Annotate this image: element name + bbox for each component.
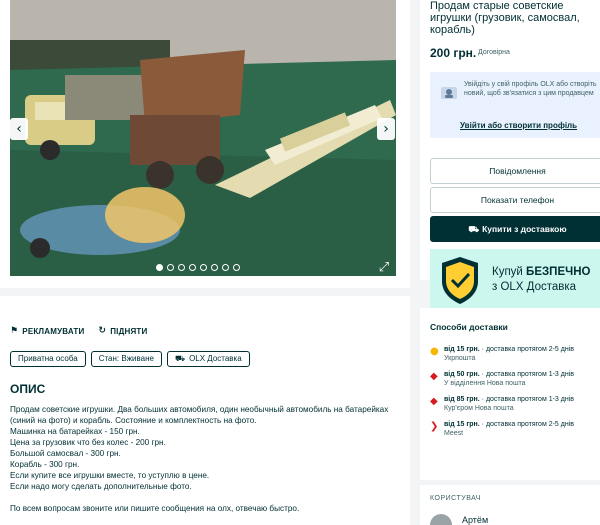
photo-gallery: ‹ › ⤢ — [0, 0, 410, 288]
delivery-price: від 85 грн. — [444, 396, 480, 403]
banner-line1: Купуй — [492, 266, 527, 278]
shield-check-icon — [442, 257, 478, 304]
fullscreen-icon[interactable]: ⤢ — [376, 260, 392, 276]
tag-label: OLX Доставка — [189, 354, 242, 363]
message-button[interactable]: Повідомлення — [430, 158, 600, 184]
banner-strong: БЕЗПЕЧНО — [526, 266, 591, 278]
gallery-dot[interactable] — [222, 264, 229, 271]
gallery-dots — [156, 264, 240, 271]
gallery-dot[interactable] — [178, 264, 185, 271]
delivery-time: · доставка протягом 2-5 днів — [479, 421, 574, 428]
novaposhta-icon: ◆ — [430, 371, 438, 382]
delivery-option-info: від 85 грн. · доставка протягом 1-3 днів — [444, 396, 574, 403]
gallery-dot[interactable] — [200, 264, 207, 271]
novaposhta-courier-icon: ◆ — [430, 396, 438, 407]
description-title: ОПИС — [10, 382, 46, 396]
price-negotiable: Договірна — [478, 49, 510, 56]
gallery-dot[interactable] — [233, 264, 240, 271]
delivery-carrier: Укрпошта — [444, 355, 476, 362]
tag-private-person: Приватна особа — [10, 351, 86, 367]
olx-delivery-banner[interactable]: Купуй БЕЗПЕЧНО з OLX Доставка — [430, 249, 600, 311]
truck-icon: ⛟ — [468, 225, 483, 235]
advertise-label: РЕКЛАМУВАТИ — [22, 326, 85, 336]
delivery-methods: Способи доставки ● від 15 грн. · доставка… — [420, 308, 600, 480]
tag-label: Приватна особа — [18, 354, 78, 363]
tag-label: Стан: Вживане — [98, 354, 154, 363]
delivery-time: · доставка протягом 1-3 днів — [479, 396, 574, 403]
raise-button[interactable]: ↻ ПІДНЯТИ — [98, 326, 147, 336]
listing-price: 200 грн. — [430, 46, 477, 60]
tag-condition: Стан: Вживане — [90, 351, 162, 367]
truck-icon: ⛟ — [175, 354, 186, 363]
listing-title: Продам старые советские игрушки (грузови… — [430, 0, 580, 36]
delivery-time: · доставка протягом 1-3 днів — [479, 371, 574, 378]
seller-name[interactable]: Артём — [462, 515, 488, 525]
delivery-carrier: Meest — [444, 430, 464, 437]
login-link[interactable]: Увійти або створити профіль — [460, 121, 577, 130]
show-phone-button[interactable]: Показати телефон — [430, 187, 600, 213]
raise-label: ПІДНЯТИ — [110, 326, 148, 336]
seller-card: КОРИСТУВАЧ Артём — [420, 485, 600, 525]
login-prompt: Увійдіть у свій профіль OLX або створіть… — [430, 72, 600, 138]
delivery-price: від 15 грн. — [444, 421, 480, 428]
refresh-icon: ↻ — [98, 326, 107, 336]
login-prompt-text: Увійдіть у свій профіль OLX або створіть… — [464, 81, 597, 97]
gallery-dot[interactable] — [167, 264, 174, 271]
avatar[interactable] — [430, 514, 452, 525]
next-photo-button[interactable]: › — [377, 118, 395, 140]
delivery-title: Способи доставки — [430, 322, 508, 332]
gallery-dot[interactable] — [156, 264, 163, 271]
description-text: Продам советские игрушки. Два больших ав… — [10, 405, 389, 513]
flag-icon: ⚑ — [10, 326, 19, 336]
delivery-carrier: Кур'єром Нова пошта — [444, 405, 514, 412]
buy-with-delivery-button[interactable]: ⛟ Купити з доставкою — [430, 216, 600, 242]
gallery-dot[interactable] — [211, 264, 218, 271]
delivery-time: · доставка протягом 2-5 днів — [479, 346, 574, 353]
prev-photo-button[interactable]: ‹ — [10, 118, 28, 140]
gallery-dot[interactable] — [189, 264, 196, 271]
ukrposhta-icon: ● — [430, 346, 439, 357]
seller-heading: КОРИСТУВАЧ — [430, 495, 481, 502]
user-card-icon — [441, 87, 457, 99]
listing-details: ⚑ РЕКЛАМУВАТИ ↻ ПІДНЯТИ Приватна особа С… — [0, 296, 410, 525]
buy-label: Купити з доставкою — [482, 224, 567, 234]
meest-icon: ❯ — [430, 421, 439, 432]
delivery-carrier: У відділення Нова пошта — [444, 380, 526, 387]
delivery-price: від 15 грн. — [444, 346, 480, 353]
listing-photo[interactable]: ‹ › — [10, 0, 396, 276]
listing-actions: ⚑ РЕКЛАМУВАТИ ↻ ПІДНЯТИ — [10, 326, 147, 336]
delivery-price: від 50 грн. — [444, 371, 480, 378]
advertise-button[interactable]: ⚑ РЕКЛАМУВАТИ — [10, 326, 84, 336]
listing-sidebar: Продам старые советские игрушки (грузови… — [420, 0, 600, 280]
listing-tags: Приватна особа Стан: Вживане ⛟ OLX Доста… — [10, 351, 250, 367]
delivery-option-info: від 15 грн. · доставка протягом 2-5 днів — [444, 346, 574, 353]
toys-photo-illustration — [10, 0, 396, 276]
banner-line2: з OLX Доставка — [492, 281, 577, 293]
delivery-option-info: від 15 грн. · доставка протягом 2-5 днів — [444, 421, 574, 428]
tag-olx-delivery: ⛟ OLX Доставка — [167, 351, 250, 367]
delivery-option-info: від 50 грн. · доставка протягом 1-3 днів — [444, 371, 574, 378]
banner-text: Купуй БЕЗПЕЧНО з OLX Доставка — [492, 265, 590, 295]
